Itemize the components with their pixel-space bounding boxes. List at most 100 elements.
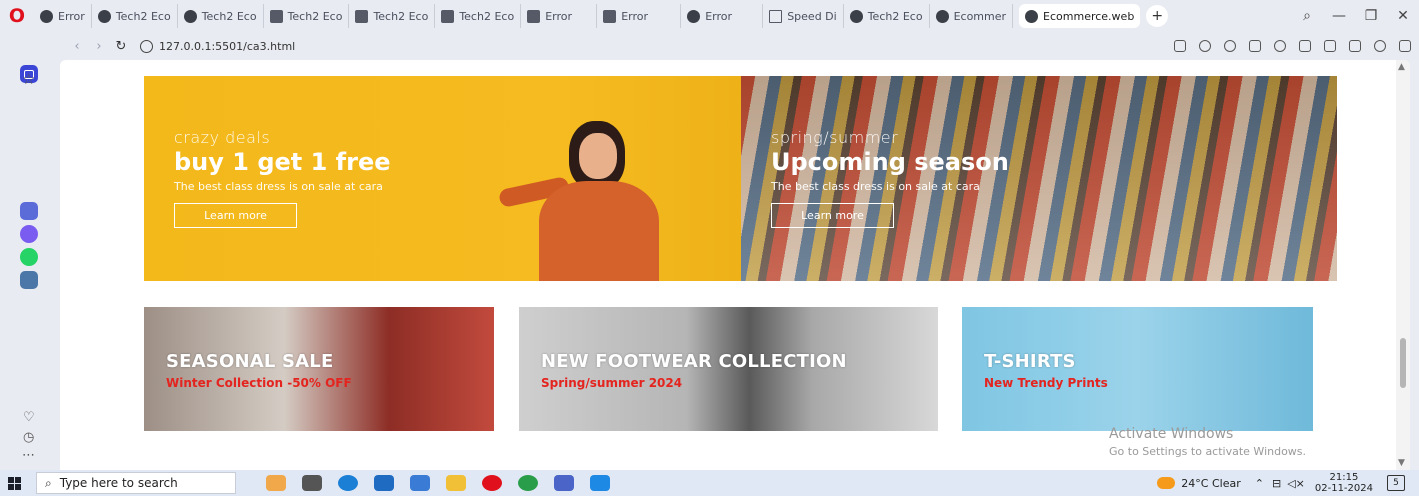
- task-view-icon[interactable]: [302, 475, 322, 491]
- globe-icon: [849, 9, 863, 23]
- tab-active[interactable]: Ecommerce.web: [1019, 4, 1141, 28]
- tab[interactable]: Tech2 Eco: [178, 4, 264, 28]
- watermark-text: Go to Settings to activate Windows.: [1109, 445, 1307, 458]
- close-button[interactable]: ✕: [1387, 8, 1419, 24]
- outlook-icon[interactable]: [374, 475, 394, 491]
- globe-icon: [183, 9, 197, 23]
- category-subtitle: New Trendy Prints: [984, 376, 1108, 390]
- weather-icon[interactable]: [1157, 477, 1176, 489]
- tab[interactable]: Error: [521, 4, 598, 28]
- banner-desc: The best class dress is on sale at cara: [174, 180, 383, 193]
- banner-eyebrow: crazy deals: [174, 128, 271, 147]
- vk-icon[interactable]: [20, 271, 38, 289]
- category-footwear[interactable]: NEW FOOTWEAR COLLECTION Spring/summer 20…: [519, 307, 938, 431]
- tab[interactable]: Tech2 Eco: [264, 4, 350, 28]
- network-icon[interactable]: ⊟: [1272, 477, 1281, 490]
- heart-icon[interactable]: ♡: [23, 410, 41, 428]
- clock-time: 21:15: [1329, 472, 1359, 483]
- minimize-button[interactable]: —: [1323, 8, 1355, 24]
- maps-icon[interactable]: [20, 202, 38, 220]
- vscode-icon[interactable]: [590, 475, 610, 491]
- site-info-icon[interactable]: [140, 39, 153, 53]
- learn-more-button[interactable]: Learn more: [771, 203, 894, 228]
- history-icon[interactable]: ◷: [23, 430, 41, 448]
- heart-icon[interactable]: [1274, 40, 1286, 52]
- taskbar-search[interactable]: ⌕ Type here to search: [36, 472, 236, 494]
- reload-button[interactable]: ↻: [110, 39, 132, 54]
- globe-icon: [1025, 9, 1039, 23]
- document-icon: [441, 9, 455, 23]
- store-icon[interactable]: [410, 475, 430, 491]
- url-field[interactable]: 127.0.0.1:5501/ca3.html: [159, 40, 295, 53]
- clock-date: 02-11-2024: [1314, 483, 1373, 494]
- opera-icon[interactable]: [482, 475, 502, 491]
- page-scrollbar[interactable]: ▲ ▼: [1396, 60, 1410, 470]
- activation-watermark: Activate Windows Go to Settings to activ…: [1109, 426, 1306, 460]
- taskbar-apps: [266, 475, 610, 491]
- banner-upcoming-season: spring/summer Upcoming season The best c…: [741, 76, 1337, 281]
- banner-title: buy 1 get 1 free: [174, 148, 391, 176]
- download-icon[interactable]: [1299, 40, 1311, 52]
- photos-icon[interactable]: [554, 475, 574, 491]
- whatsapp-icon[interactable]: [20, 248, 38, 266]
- camera-icon[interactable]: [1199, 40, 1211, 52]
- banner-desc: The best class dress is on sale at cara: [771, 180, 980, 193]
- new-tab-button[interactable]: +: [1146, 5, 1169, 27]
- messenger-icon[interactable]: [20, 225, 38, 243]
- star-icon[interactable]: ☆: [22, 70, 40, 88]
- tab[interactable]: Tech2 Eco: [844, 4, 930, 28]
- vpn-icon[interactable]: [1224, 40, 1236, 52]
- document-icon: [603, 9, 617, 23]
- learn-more-button[interactable]: Learn more: [174, 203, 297, 228]
- tab[interactable]: Tech2 Eco: [349, 4, 436, 28]
- play-icon[interactable]: [1249, 40, 1261, 52]
- scroll-down-icon[interactable]: ▼: [1398, 458, 1405, 468]
- banner-crazy-deals: crazy deals buy 1 get 1 free The best cl…: [144, 76, 741, 281]
- search-tabs-icon[interactable]: ⌕: [1291, 8, 1323, 24]
- tab[interactable]: Tech2 Eco: [435, 4, 522, 28]
- back-button[interactable]: ‹: [66, 39, 88, 54]
- more-icon[interactable]: ⋯: [22, 448, 40, 466]
- forward-button[interactable]: ›: [88, 39, 110, 54]
- battery-icon[interactable]: [1324, 40, 1336, 52]
- window-controls: ⌕ — ❐ ✕: [1291, 0, 1419, 32]
- scroll-up-icon[interactable]: ▲: [1398, 62, 1405, 72]
- tab[interactable]: Speed Di: [763, 4, 844, 28]
- extensions-icon[interactable]: [1399, 40, 1411, 52]
- clothes-rack-image: [741, 76, 1337, 281]
- widget-icon[interactable]: [266, 475, 286, 491]
- toolbar-icons: [1174, 32, 1411, 60]
- tab[interactable]: Error: [681, 4, 764, 28]
- weather-text[interactable]: 24°C Clear: [1181, 477, 1240, 490]
- profile-icon[interactable]: [1374, 40, 1386, 52]
- tab[interactable]: Error: [34, 4, 92, 28]
- file-explorer-icon[interactable]: [446, 475, 466, 491]
- chevron-up-icon[interactable]: ⌃: [1255, 477, 1264, 490]
- windows-start-icon[interactable]: [0, 470, 28, 496]
- tab-strip: O Error Tech2 Eco Tech2 Eco Tech2 Eco Te…: [0, 0, 1419, 32]
- globe-icon: [40, 9, 53, 23]
- volume-icon[interactable]: ◁×: [1287, 477, 1305, 490]
- scroll-thumb[interactable]: [1400, 338, 1406, 388]
- category-tshirts[interactable]: T-SHIRTS New Trendy Prints: [962, 307, 1313, 431]
- category-seasonal-sale[interactable]: SEASONAL SALE Winter Collection -50% OFF: [144, 307, 494, 431]
- chrome-icon[interactable]: [518, 475, 538, 491]
- edge-icon[interactable]: [338, 475, 358, 491]
- tab[interactable]: Tech2 Eco: [92, 4, 178, 28]
- clock[interactable]: 21:15 02-11-2024: [1315, 472, 1373, 494]
- screenshot-icon[interactable]: [1174, 40, 1186, 52]
- tab[interactable]: Ecommer: [930, 4, 1014, 28]
- menu-icon[interactable]: [1349, 40, 1361, 52]
- tab[interactable]: Error: [597, 4, 682, 28]
- document-icon: [355, 9, 369, 23]
- notification-icon[interactable]: 5: [1387, 475, 1405, 491]
- opera-logo-icon[interactable]: O: [0, 0, 34, 32]
- category-title: NEW FOOTWEAR COLLECTION: [541, 351, 847, 372]
- document-icon: [527, 9, 541, 23]
- maximize-button[interactable]: ❐: [1355, 8, 1387, 24]
- category-title: T-SHIRTS: [984, 351, 1076, 372]
- taskbar: ⌕ Type here to search 24°C Clear ⌃ ⊟ ◁× …: [0, 470, 1419, 496]
- globe-icon: [935, 9, 949, 23]
- screen: O Error Tech2 Eco Tech2 Eco Tech2 Eco Te…: [0, 0, 1419, 496]
- search-icon: ⌕: [45, 475, 52, 490]
